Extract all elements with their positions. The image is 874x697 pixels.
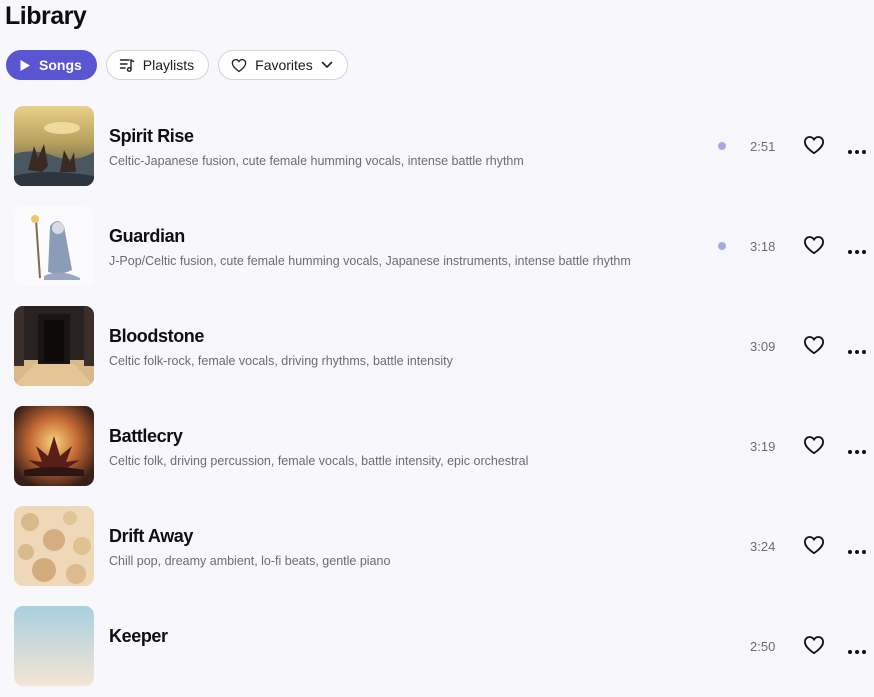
heart-icon[interactable]	[803, 435, 825, 460]
more-options-icon[interactable]	[847, 242, 867, 260]
playlist-icon	[119, 57, 135, 73]
song-cover-image[interactable]	[14, 406, 94, 486]
new-indicator-dot	[718, 242, 726, 250]
song-description: Chill pop, dreamy ambient, lo-fi beats, …	[109, 554, 391, 568]
heart-icon	[231, 58, 247, 73]
song-row[interactable]: Battlecry Celtic folk, driving percussio…	[0, 397, 874, 497]
song-duration: 3:18	[750, 239, 776, 254]
more-options-icon[interactable]	[847, 142, 867, 160]
song-cover-image[interactable]	[14, 206, 94, 286]
heart-icon[interactable]	[803, 135, 825, 160]
more-options-icon[interactable]	[847, 542, 867, 560]
song-cover-image[interactable]	[14, 306, 94, 386]
song-title[interactable]: Battlecry	[109, 426, 183, 447]
tab-favorites[interactable]: Favorites	[218, 50, 348, 80]
page-title: Library	[5, 2, 87, 30]
song-cover-image[interactable]	[14, 606, 94, 686]
song-title[interactable]: Drift Away	[109, 526, 193, 547]
song-duration: 3:24	[750, 539, 776, 554]
tab-favorites-label: Favorites	[255, 57, 313, 73]
filter-tabs: Songs Playlists Favorites	[6, 50, 348, 80]
more-options-icon[interactable]	[847, 442, 867, 460]
song-duration: 2:51	[750, 139, 776, 154]
tab-playlists[interactable]: Playlists	[105, 50, 210, 80]
song-title[interactable]: Keeper	[109, 626, 168, 647]
heart-icon[interactable]	[803, 235, 825, 260]
song-row[interactable]: Drift Away Chill pop, dreamy ambient, lo…	[0, 497, 874, 597]
chevron-down-icon[interactable]	[321, 61, 333, 69]
song-row[interactable]: Bloodstone Celtic folk-rock, female voca…	[0, 297, 874, 397]
song-title[interactable]: Guardian	[109, 226, 185, 247]
more-options-icon[interactable]	[847, 642, 867, 660]
song-description: Celtic folk, driving percussion, female …	[109, 454, 529, 468]
more-options-icon[interactable]	[847, 342, 867, 360]
song-description: Celtic-Japanese fusion, cute female humm…	[109, 154, 524, 168]
new-indicator-dot	[718, 142, 726, 150]
play-icon	[19, 59, 31, 72]
song-list: Spirit Rise Celtic-Japanese fusion, cute…	[0, 97, 874, 697]
song-title[interactable]: Bloodstone	[109, 326, 204, 347]
tab-playlists-label: Playlists	[142, 57, 195, 73]
song-row[interactable]: Keeper 2:50	[0, 597, 874, 697]
song-row[interactable]: Guardian J-Pop/Celtic fusion, cute femal…	[0, 197, 874, 297]
song-cover-image[interactable]	[14, 106, 94, 186]
heart-icon[interactable]	[803, 535, 825, 560]
song-duration: 3:19	[750, 439, 776, 454]
tab-songs-label: Songs	[39, 57, 82, 73]
song-description: J-Pop/Celtic fusion, cute female humming…	[109, 254, 631, 268]
song-title[interactable]: Spirit Rise	[109, 126, 194, 147]
heart-icon[interactable]	[803, 335, 825, 360]
song-description: Celtic folk-rock, female vocals, driving…	[109, 354, 453, 368]
song-cover-image[interactable]	[14, 506, 94, 586]
tab-songs[interactable]: Songs	[6, 50, 97, 80]
song-row[interactable]: Spirit Rise Celtic-Japanese fusion, cute…	[0, 97, 874, 197]
song-duration: 3:09	[750, 339, 776, 354]
heart-icon[interactable]	[803, 635, 825, 660]
